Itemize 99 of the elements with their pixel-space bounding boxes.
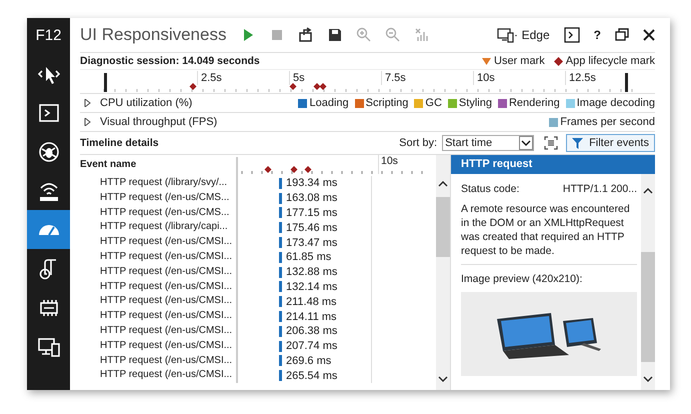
gauge-icon (38, 224, 58, 234)
event-name[interactable]: HTTP request (/en-us/CMSI... (80, 324, 238, 339)
duration-label: 132.88 ms (286, 266, 338, 278)
duration-label: 206.38 ms (286, 325, 338, 338)
panel-title: HTTP request (451, 155, 655, 174)
tick-label: 10s (473, 71, 495, 85)
duration-bar (279, 237, 282, 248)
event-name[interactable]: HTTP request (/en-us/CMSI... (80, 368, 238, 384)
legend-label: Rendering (508, 97, 560, 109)
event-name[interactable]: HTTP request (/en-us/CMSI... (80, 309, 238, 324)
duration-bar (279, 326, 282, 337)
devtools-label: F12 (34, 26, 62, 46)
preview-label: Image preview (420x210): (461, 273, 584, 285)
tick-label: 10s (378, 155, 398, 174)
scrollbar[interactable] (436, 155, 450, 390)
scroll-up-icon[interactable] (438, 181, 448, 187)
help-button[interactable]: ? (594, 28, 601, 42)
fit-view-icon[interactable] (544, 136, 558, 150)
legend-label: Frames per second (560, 116, 655, 128)
legend-label: App lifecycle mark (566, 55, 655, 67)
triangle-icon (482, 56, 491, 66)
tick-label: 2.5s (197, 71, 222, 85)
duration-bar (279, 178, 282, 189)
scroll-down-icon[interactable] (643, 376, 653, 382)
event-name[interactable]: HTTP request (/en-us/CMS... (80, 206, 238, 220)
duration-bar (279, 296, 282, 308)
event-name[interactable]: HTTP request (/library/svy/... (80, 176, 238, 191)
console-icon (38, 102, 60, 124)
scroll-thumb[interactable] (436, 197, 450, 257)
duration-bar (279, 252, 282, 263)
section-title: Timeline details (80, 137, 159, 149)
session-duration: Diagnostic session: 14.049 seconds (80, 55, 260, 67)
duration-label: 61.85 ms (286, 251, 332, 264)
event-name[interactable]: HTTP request (/library/capi... (80, 220, 238, 236)
scroll-thumb[interactable] (641, 252, 655, 362)
event-name[interactable]: HTTP request (/en-us/CMSI... (80, 338, 238, 354)
duration-label: 211.48 ms (286, 296, 337, 308)
duration-bar (279, 355, 282, 366)
filter-button[interactable]: Filter events (566, 134, 655, 152)
duration-label: 177.15 ms (286, 206, 338, 219)
duration-label: 265.54 ms (286, 370, 338, 382)
legend-label: Styling (458, 97, 492, 109)
duration-label: 269.6 ms (286, 354, 332, 367)
duration-label: 175.46 ms (286, 222, 338, 234)
duration-bar (279, 266, 282, 278)
funnel-icon (572, 138, 584, 148)
tick-label: 12.5s (565, 71, 596, 85)
bug-icon (38, 140, 60, 162)
duration-bar (279, 192, 282, 204)
window-title: UI Responsiveness (80, 25, 228, 45)
duration-label: 207.74 ms (286, 340, 338, 352)
duration-label: 193.34 ms (286, 177, 338, 190)
duration-label: 173.47 ms (286, 236, 338, 249)
chevron-down-icon (519, 136, 534, 150)
target-dropdown[interactable]: Edge (496, 27, 550, 43)
sort-label: Sort by: (399, 137, 438, 149)
console-icon[interactable] (564, 27, 580, 43)
duration-bar (279, 311, 282, 322)
scrollbar[interactable] (641, 174, 655, 390)
close-icon[interactable] (643, 29, 655, 41)
duration-label: 132.14 ms (286, 280, 338, 293)
legend-label: Image decoding (576, 97, 655, 109)
duration-bar (279, 340, 282, 352)
duration-bar (279, 207, 282, 218)
expand-arrow-icon (83, 118, 91, 126)
devices-icon (496, 27, 519, 43)
export-icon[interactable] (298, 27, 314, 43)
scroll-up-icon[interactable] (643, 188, 653, 194)
duration-bar (279, 370, 282, 382)
timeline-ruler[interactable]: 2.5s 5s 7.5s 10s 12.5s (80, 69, 655, 94)
scroll-down-icon[interactable] (438, 376, 448, 382)
duration-label: 163.08 ms (286, 192, 338, 204)
legend-label: Loading (309, 97, 349, 109)
tick-label: 7.5s (381, 71, 406, 85)
section-toggle[interactable]: CPU utilization (%) (80, 97, 192, 109)
event-name[interactable]: HTTP request (/en-us/CMSI... (80, 354, 238, 368)
event-name[interactable]: HTTP request (/en-us/CMSI... (80, 280, 238, 294)
tick-label: 5s (289, 71, 305, 85)
event-description: A remote resource was encountered in the DOM or an XMLHttpRequest was created that required an HTTP request to be made. (461, 202, 637, 265)
event-name[interactable]: HTTP request (/en-us/CMS... (80, 190, 238, 206)
monitor-phone-icon (38, 336, 60, 358)
undock-icon[interactable] (615, 28, 629, 42)
expand-arrow-icon (83, 99, 91, 107)
event-name[interactable]: HTTP request (/en-us/CMSI... (80, 235, 238, 250)
duration-bar (279, 222, 282, 234)
field-label: Status code: (461, 183, 520, 195)
event-name[interactable]: HTTP request (/en-us/CMSI... (80, 250, 238, 265)
diamond-icon (554, 56, 563, 66)
field-value: HTTP/1.1 200... (562, 183, 637, 195)
section-toggle[interactable]: Visual throughput (FPS) (80, 116, 218, 128)
duration-bar (279, 281, 282, 292)
sort-dropdown[interactable]: Start time (442, 135, 534, 151)
column-header[interactable]: Event name (80, 157, 238, 176)
legend-label: User mark (494, 55, 545, 67)
event-name[interactable]: HTTP request (/en-us/CMSI... (80, 264, 238, 280)
legend-label: GC (425, 97, 442, 109)
duration-label: 214.11 ms (286, 310, 337, 323)
legend-label: Scripting (366, 97, 408, 109)
event-name[interactable]: HTTP request (/en-us/CMSI... (80, 294, 238, 310)
